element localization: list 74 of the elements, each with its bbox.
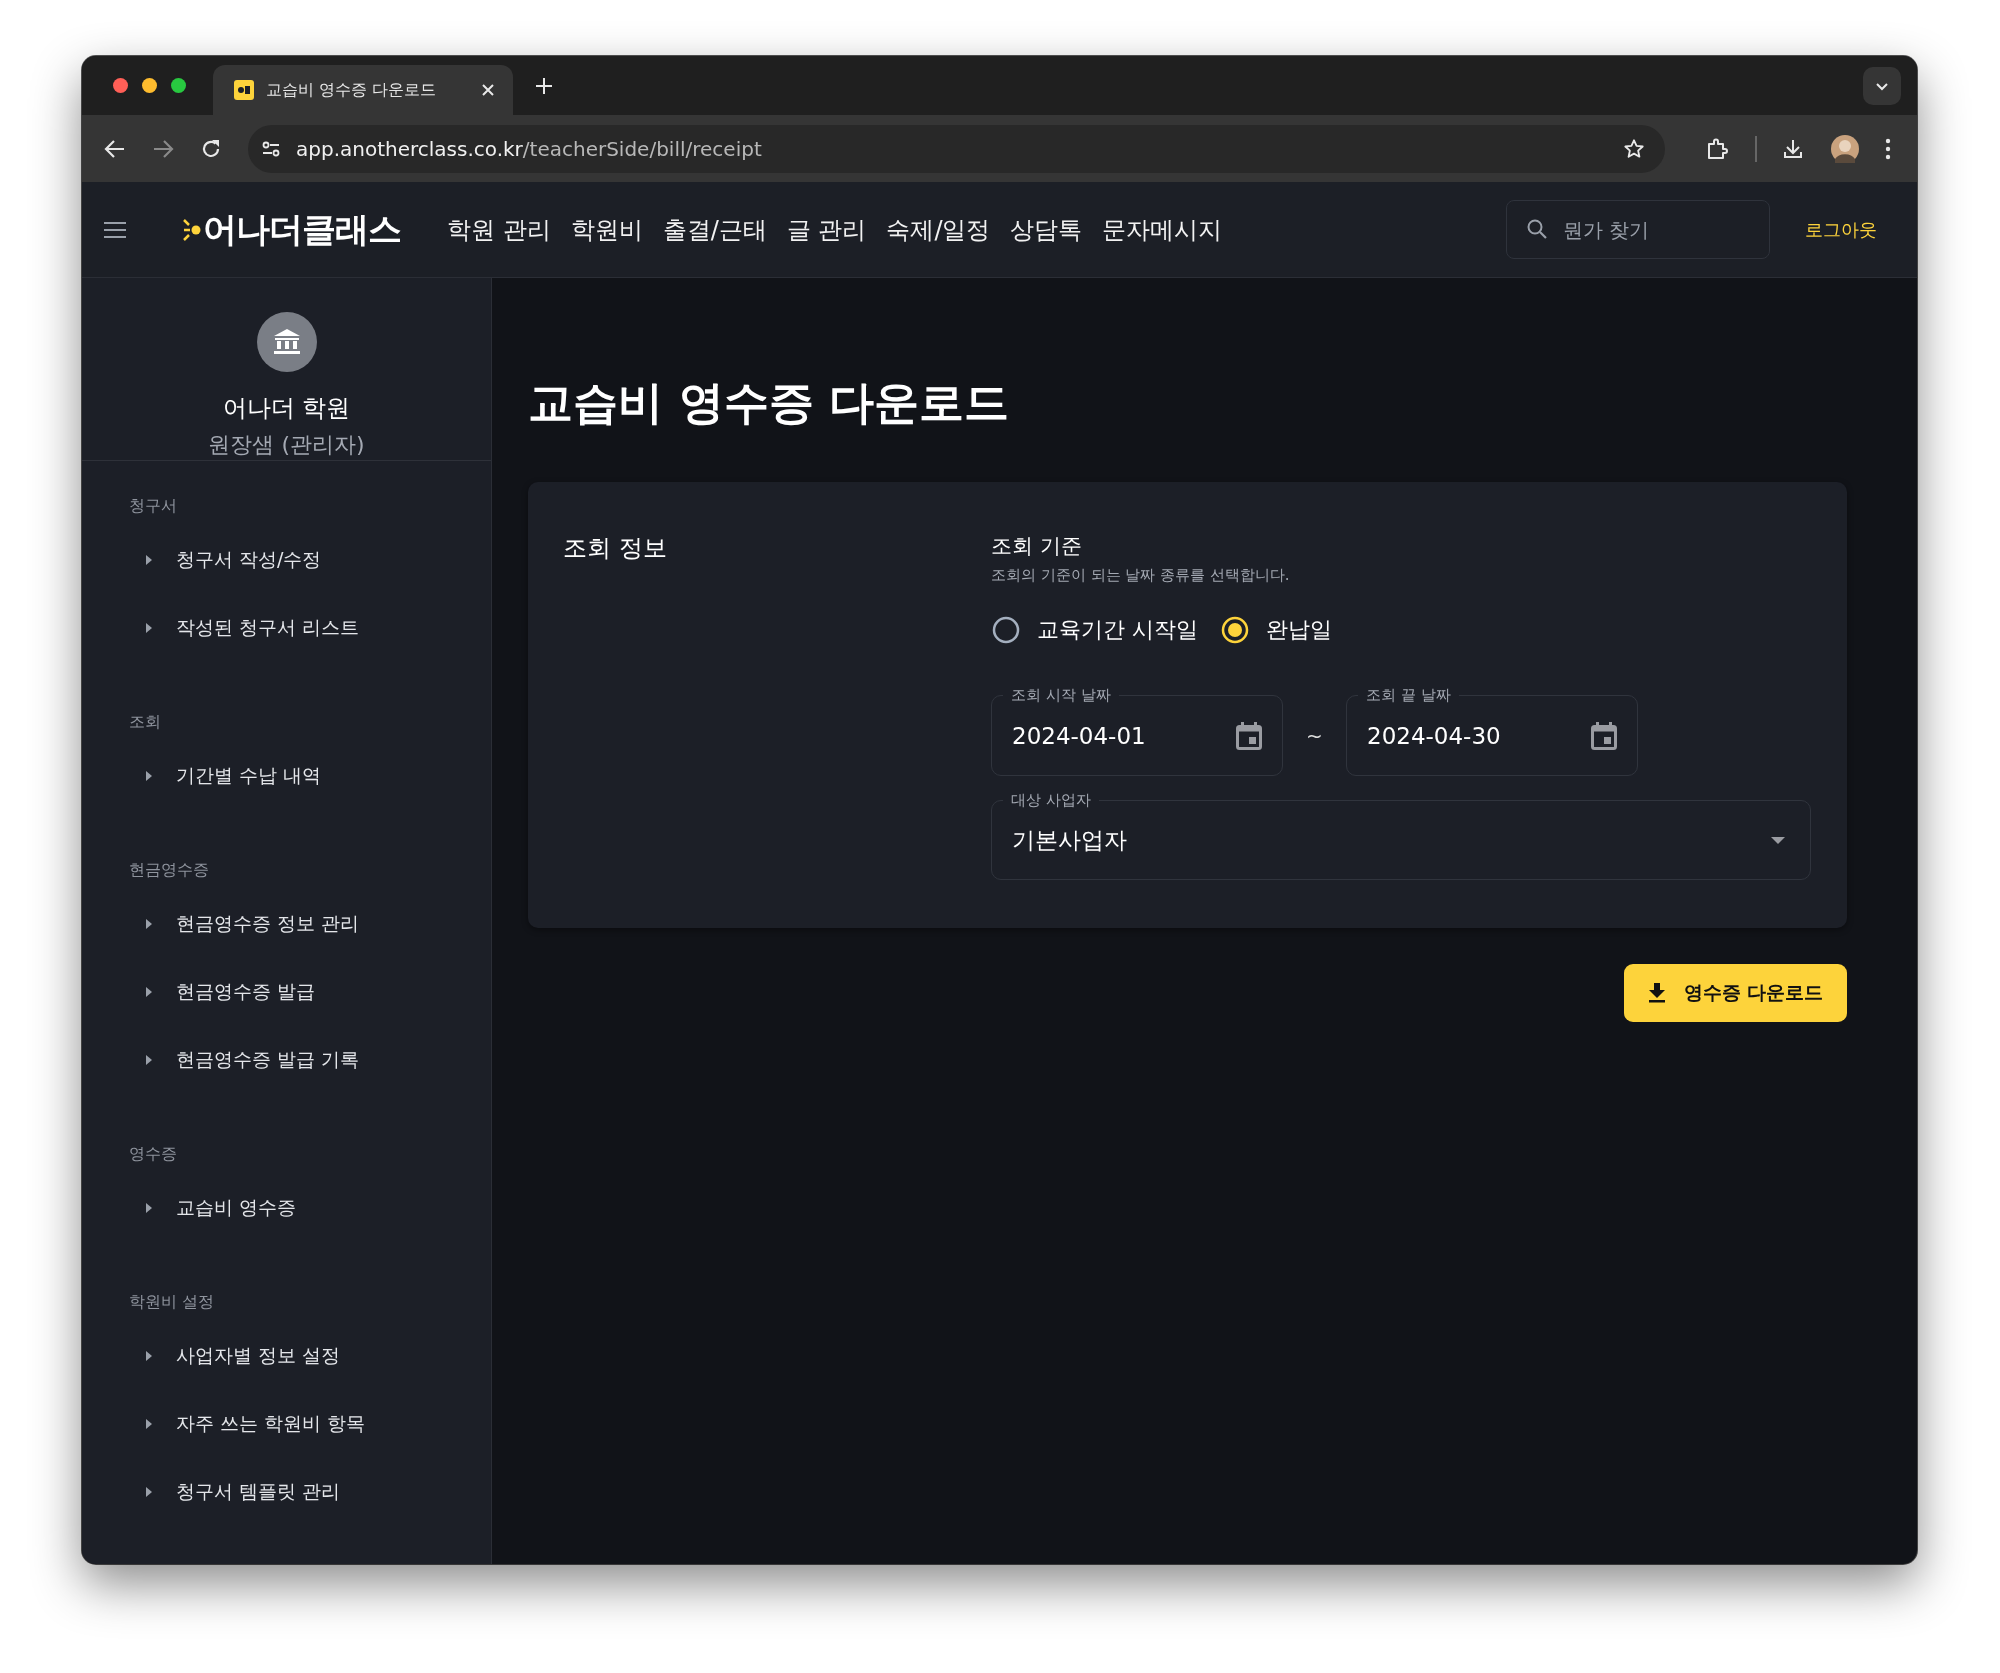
logout-link[interactable]: 로그아웃 [1805, 217, 1877, 242]
caret-right-icon [146, 1487, 152, 1497]
sidebar-item[interactable]: 현금영수증 발급 [82, 958, 491, 1026]
caret-right-icon [146, 1055, 152, 1065]
star-icon[interactable] [1623, 137, 1645, 160]
calendar-icon[interactable] [1591, 721, 1617, 750]
window-control-icon[interactable] [142, 78, 157, 93]
bank-building-icon [256, 312, 317, 372]
section-heading: 영수증 [128, 1143, 178, 1165]
logo-text: 어나더클래스 [203, 207, 401, 251]
nav-link[interactable]: 학원비 [570, 213, 643, 246]
caret-right-icon [146, 1203, 152, 1213]
radio-option[interactable]: 완납일 [1220, 615, 1332, 645]
helper-text: 조회의 기준이 되는 날짜 종류를 선택합니다. [991, 566, 1290, 585]
reload-icon[interactable] [200, 137, 222, 160]
nav-link[interactable]: 글 관리 [786, 213, 867, 246]
nav-link[interactable]: 출결/근태 [662, 213, 767, 246]
favicon-icon [234, 80, 254, 100]
sidebar-item[interactable]: 청구서 템플릿 관리 [82, 1458, 491, 1526]
field-label: 조회 기준 [991, 533, 1082, 560]
window-control-icon[interactable] [113, 78, 128, 93]
search-field[interactable]: 뭔가 찾기 [1506, 200, 1770, 259]
extensions-icon[interactable] [1705, 136, 1729, 161]
section-heading: 조회 [128, 711, 162, 733]
more-menu-icon[interactable] [1885, 137, 1891, 160]
forward-icon[interactable] [152, 137, 174, 160]
close-icon[interactable] [481, 83, 495, 97]
sidebar-item[interactable]: 작성된 청구서 리스트 [82, 594, 491, 662]
url-text: app.anotherclass.co.kr/teacherSide/bill/receipt [296, 136, 762, 161]
dropdown-field[interactable]: 대상 사업자 기본사업자 [991, 789, 1811, 880]
nav-link[interactable]: 문자메시지 [1102, 213, 1223, 246]
back-icon[interactable] [104, 137, 126, 160]
download-icon [1647, 983, 1666, 1003]
academy-name: 어나더 학원 [222, 393, 351, 424]
new-tab-icon[interactable] [535, 76, 553, 95]
section-heading: 현금영수증 [128, 859, 210, 881]
caret-right-icon [146, 1419, 152, 1429]
menu-icon[interactable] [103, 220, 127, 239]
calendar-icon[interactable] [1236, 721, 1262, 750]
section-heading: 학원비 설정 [128, 1291, 216, 1313]
window-control-icon[interactable] [171, 78, 186, 93]
address-bar[interactable]: app.anotherclass.co.kr/teacherSide/bill/receipt [248, 124, 1665, 173]
caret-right-icon [146, 987, 152, 997]
caret-right-icon [146, 555, 152, 565]
nav-link[interactable]: 숙제/일정 [886, 213, 991, 246]
date-field[interactable]: 조회 시작 날짜 2024-04-01 [991, 684, 1283, 776]
page-title: 교습비 영수증 다운로드 [528, 375, 1011, 431]
date-field[interactable]: 조회 끝 날짜 2024-04-30 [1346, 684, 1638, 776]
radio-button[interactable] [1220, 615, 1250, 645]
tab-search-button[interactable] [1863, 66, 1901, 105]
sidebar-item[interactable]: 자주 쓰는 학원비 항목 [82, 1390, 491, 1458]
nav-link[interactable]: 학원 관리 [447, 213, 551, 246]
browser-tab[interactable]: 교습비 영수증 다운로드 [213, 65, 513, 115]
user-role: 원장샘 (관리자) [208, 431, 365, 459]
range-separator: ~ [1305, 723, 1324, 748]
caret-right-icon [146, 623, 152, 633]
tab-title: 교습비 영수증 다운로드 [266, 79, 438, 101]
sidebar-item[interactable]: 현금영수증 정보 관리 [82, 890, 491, 958]
download-button[interactable]: 영수증 다운로드 [1624, 964, 1847, 1022]
nav-link[interactable]: 상담톡 [1010, 213, 1083, 246]
section-heading: 청구서 [128, 495, 178, 517]
radio-button[interactable] [991, 615, 1021, 645]
sidebar-item[interactable]: 교습비 영수증 [82, 1174, 491, 1242]
dropdown-caret-icon [1771, 836, 1785, 844]
caret-right-icon [146, 771, 152, 781]
sidebar-item[interactable]: 청구서 작성/수정 [82, 526, 491, 594]
sidebar-item[interactable]: 사업자별 정보 설정 [82, 1322, 491, 1390]
caret-right-icon [146, 919, 152, 929]
radio-option[interactable]: 교육기간 시작일 [991, 615, 1198, 645]
caret-right-icon [146, 1351, 152, 1361]
sidebar-item[interactable]: 기간별 수납 내역 [82, 742, 491, 810]
sidebar-item[interactable]: 현금영수증 발급 기록 [82, 1026, 491, 1094]
section-title: 조회 정보 [563, 533, 668, 564]
profile-avatar-icon[interactable] [1831, 134, 1859, 163]
